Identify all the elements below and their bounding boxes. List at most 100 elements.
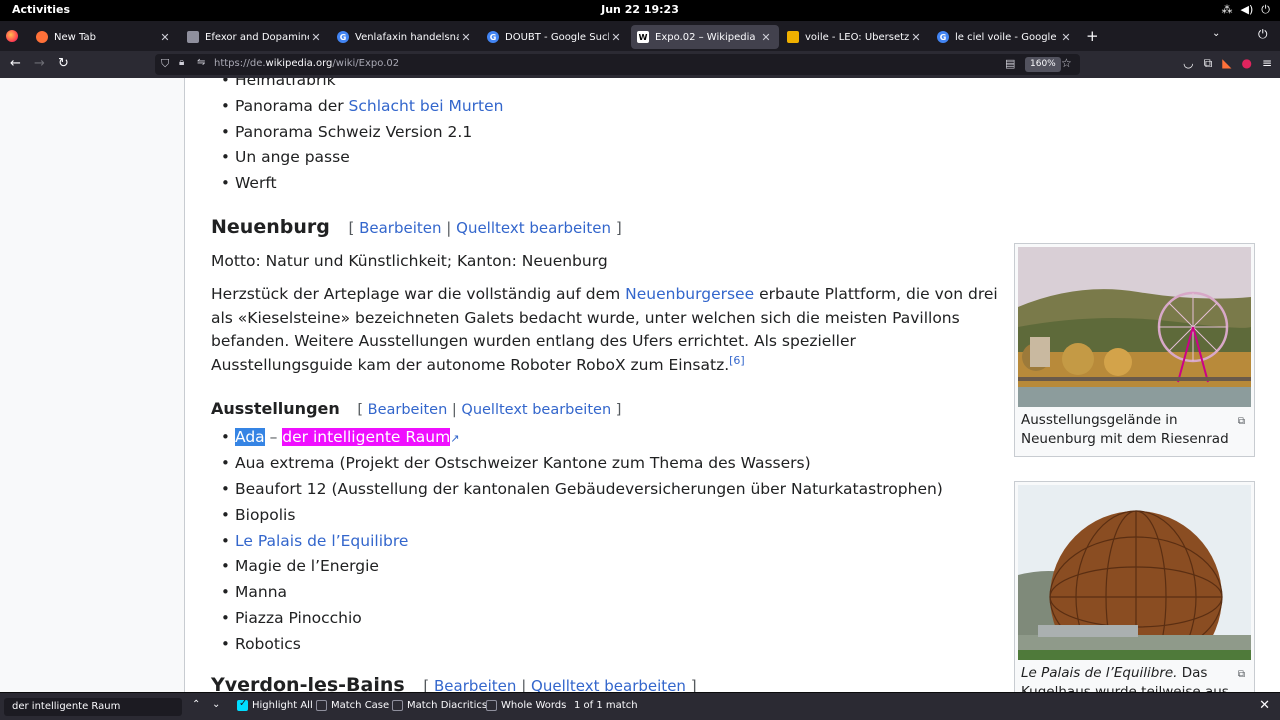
find-status: 1 of 1 match bbox=[574, 700, 638, 711]
enlarge-icon[interactable]: ⧉ bbox=[1238, 412, 1245, 431]
selected-text[interactable]: Ada bbox=[235, 428, 265, 447]
extensions-icon[interactable]: ⧉ bbox=[1204, 56, 1213, 71]
edit-link[interactable]: Bearbeiten bbox=[359, 219, 441, 237]
close-icon[interactable]: ✕ bbox=[1259, 698, 1270, 713]
checkbox-label: Highlight All bbox=[252, 700, 313, 711]
checkbox-label: Match Case bbox=[331, 700, 390, 711]
menu-icon[interactable]: ≡ bbox=[1262, 56, 1272, 71]
browser-tab[interactable]: Gle ciel voile - Google Such✕ bbox=[931, 25, 1079, 49]
addon-icon[interactable]: ◣ bbox=[1222, 56, 1231, 71]
navigation-bar: ← → ↻ ⛉ 🔒︎ ⇋ https://de.wikipedia.org/wi… bbox=[0, 51, 1280, 78]
tab-title: DOUBT - Google Suche bbox=[505, 31, 609, 43]
motto-text: Motto: Natur und Künstlichkeit; Kanton: … bbox=[211, 251, 608, 270]
browser-tab[interactable]: Efexor and Dopamine Inte✕ bbox=[181, 25, 329, 49]
match-case-checkbox[interactable]: Match Case bbox=[316, 700, 389, 711]
edit-link[interactable]: Bearbeiten bbox=[368, 402, 448, 418]
clock[interactable]: Jun 22 19:23 bbox=[0, 3, 1280, 16]
tab-title: Venlafaxin handelsnamen bbox=[355, 31, 459, 43]
list-item: Werft bbox=[211, 171, 1001, 197]
edit-source-link[interactable]: Quelltext bearbeiten bbox=[456, 219, 611, 237]
system-top-bar: Activities Jun 22 19:23 ⁂ ◀) ⏻ bbox=[0, 0, 1280, 21]
list-item: Beaufort 12 (Ausstellung der kantonalen … bbox=[211, 477, 1001, 503]
checkbox-label: Whole Words bbox=[501, 700, 567, 711]
checkbox-icon bbox=[486, 700, 497, 711]
tab-title: le ciel voile - Google Such bbox=[955, 31, 1059, 43]
edit-source-link[interactable]: Quelltext bearbeiten bbox=[531, 677, 686, 692]
find-next-icon[interactable]: ⌄ bbox=[212, 699, 220, 710]
leo-icon bbox=[787, 31, 799, 43]
close-tab-icon[interactable]: ✕ bbox=[158, 31, 172, 44]
image-thumbnail: Le Palais de l’Equilibre. Das Kugelhaus … bbox=[1014, 481, 1255, 692]
ublock-icon[interactable]: ● bbox=[1241, 56, 1251, 71]
list-item: Biopolis bbox=[211, 503, 1001, 529]
wiki-link[interactable]: Schlacht bei Murten bbox=[349, 97, 504, 115]
list-item: Piazza Pinocchio bbox=[211, 606, 1001, 632]
close-tab-icon[interactable]: ✕ bbox=[609, 31, 623, 44]
browser-tab[interactable]: G Venlafaxin handelsnamen✕ bbox=[331, 25, 479, 49]
permissions-icon[interactable]: ⇋ bbox=[197, 57, 205, 68]
close-tab-icon[interactable]: ✕ bbox=[1059, 31, 1073, 44]
browser-tab[interactable]: voile - LEO: Übersetzung✕ bbox=[781, 25, 929, 49]
tab-title: Efexor and Dopamine Inte bbox=[205, 31, 309, 43]
lock-icon[interactable]: 🔒︎ bbox=[179, 57, 184, 68]
network-icon: ⁂ bbox=[1221, 3, 1233, 16]
window-close-icon[interactable]: ⏻ bbox=[1258, 27, 1268, 42]
list-item: Heimatfabrik bbox=[211, 78, 1001, 94]
external-link-icon: ↗ bbox=[450, 432, 460, 446]
list-item: Panorama der Schlacht bei Murten bbox=[211, 94, 1001, 120]
close-tab-icon[interactable]: ✕ bbox=[759, 31, 773, 44]
wiki-link[interactable]: Le Palais de l’Equilibre bbox=[235, 532, 408, 550]
firefox-view-icon[interactable] bbox=[6, 30, 18, 42]
checkbox-icon bbox=[316, 700, 327, 711]
whole-words-checkbox[interactable]: Whole Words bbox=[486, 700, 566, 711]
browser-tab[interactable]: W Expo.02 – Wikipedia ✕ bbox=[631, 25, 779, 49]
browser-tab[interactable]: New Tab ✕ bbox=[30, 25, 178, 49]
highlight-all-checkbox[interactable]: Highlight All bbox=[237, 698, 313, 711]
list-item: Panorama Schweiz Version 2.1 bbox=[211, 120, 1001, 146]
find-previous-icon[interactable]: ⌃ bbox=[192, 699, 200, 710]
pocket-icon[interactable]: ◡ bbox=[1183, 56, 1193, 71]
find-match-link[interactable]: der intelligente Raum bbox=[282, 428, 451, 447]
checkbox-icon bbox=[392, 700, 403, 711]
back-icon[interactable]: ← bbox=[10, 56, 21, 71]
ferris-wheel-image[interactable] bbox=[1018, 247, 1251, 407]
reader-view-icon[interactable]: ▤ bbox=[1005, 57, 1015, 70]
activities-button[interactable]: Activities bbox=[12, 3, 70, 16]
tab-strip: New Tab✕Efexor and Dopamine Inte✕GVenlaf… bbox=[0, 21, 1280, 51]
wiki-link[interactable]: Neuenburgersee bbox=[625, 285, 754, 303]
tab-title: New Tab bbox=[54, 31, 96, 43]
url-text[interactable]: https://de.wikipedia.org/wiki/Expo.02 bbox=[214, 58, 399, 69]
reference-link[interactable]: [6] bbox=[729, 354, 745, 367]
wikipedia-icon: W bbox=[637, 31, 649, 43]
find-input[interactable]: der intelligente Raum bbox=[4, 698, 182, 716]
sphere-building-image[interactable] bbox=[1018, 485, 1251, 660]
bookmark-star-icon[interactable]: ☆ bbox=[1061, 56, 1072, 70]
edit-link[interactable]: Bearbeiten bbox=[434, 677, 516, 692]
match-diacritics-checkbox[interactable]: Match Diacritics bbox=[392, 700, 487, 711]
forward-icon[interactable]: → bbox=[34, 56, 45, 71]
edit-section-links: [ Bearbeiten | Quelltext bearbeiten ] bbox=[423, 677, 696, 692]
reload-icon[interactable]: ↻ bbox=[58, 56, 69, 71]
toolbar-icons: ◡ ⧉ ◣ ● ≡ bbox=[1183, 56, 1272, 71]
browser-tab[interactable]: G DOUBT - Google Suche ✕ bbox=[481, 25, 629, 49]
close-tab-icon[interactable]: ✕ bbox=[459, 31, 473, 44]
new-tab-button[interactable]: + bbox=[1086, 27, 1099, 45]
url-bar[interactable]: ⛉ 🔒︎ ⇋ https://de.wikipedia.org/wiki/Exp… bbox=[155, 54, 1080, 75]
web-page: Heimatfabrik Panorama der Schlacht bei M… bbox=[0, 78, 1280, 692]
list-item: Robotics bbox=[211, 632, 1001, 658]
list-item: Ada – der intelligente Raum↗ bbox=[211, 425, 1001, 451]
enlarge-icon[interactable]: ⧉ bbox=[1238, 665, 1245, 684]
zoom-level-button[interactable]: 160% bbox=[1025, 57, 1061, 72]
wiki-sidebar bbox=[0, 78, 185, 692]
list-all-tabs-icon[interactable]: ⌄ bbox=[1212, 28, 1220, 39]
checkbox-label: Match Diacritics bbox=[407, 700, 488, 711]
tracking-protection-icon[interactable]: ⛉ bbox=[161, 57, 169, 71]
list-item: Manna bbox=[211, 580, 1001, 606]
section-heading-neuenburg: Neuenburg [ Bearbeiten | Quelltext bearb… bbox=[211, 215, 622, 238]
close-tab-icon[interactable]: ✕ bbox=[909, 31, 923, 44]
thumbnail-caption: Ausstellungsgelände in Neuenburg mit dem… bbox=[1021, 412, 1245, 447]
close-tab-icon[interactable]: ✕ bbox=[309, 31, 323, 44]
edit-source-link[interactable]: Quelltext bearbeiten bbox=[461, 402, 611, 418]
section-heading-yverdon: Yverdon-les-Bains [ Bearbeiten | Quellte… bbox=[211, 668, 1001, 692]
system-tray[interactable]: ⁂ ◀) ⏻ bbox=[1222, 3, 1270, 17]
